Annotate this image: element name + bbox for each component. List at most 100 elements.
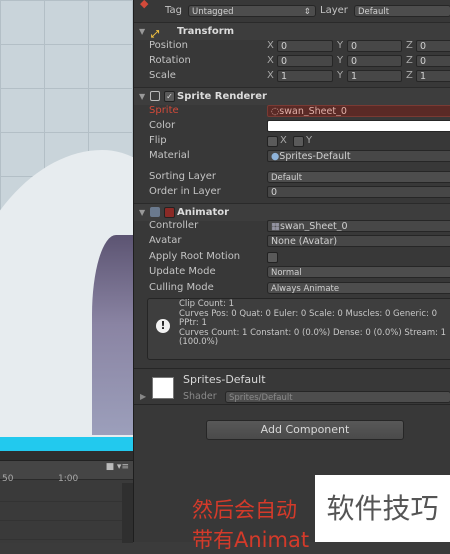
controller-icon: ▦ <box>271 221 280 232</box>
swan-sprite-preview <box>92 235 133 435</box>
animation-timeline[interactable]: 50 1:00 ■ ▾≡ <box>0 460 133 543</box>
shader-label: Shader <box>183 391 217 402</box>
material-label: Material <box>149 150 190 161</box>
sprite-row: Sprite ◌swan_Sheet_0 <box>134 103 450 119</box>
position-x-field[interactable]: 0 <box>277 40 333 52</box>
caption-line-1: 然后会自动 <box>192 498 297 522</box>
culling-mode-row: Culling Mode Always Animate <box>134 280 450 296</box>
material-name: Sprites-Default <box>183 373 266 386</box>
sprite-renderer-enabled-checkbox[interactable]: ✓ <box>164 91 175 102</box>
animator-icon <box>150 207 160 217</box>
position-y-field[interactable]: 0 <box>347 40 402 52</box>
layer-label: Layer <box>320 5 348 16</box>
tag-layer-row: ◆ Tag Untagged ⇕ Layer Default <box>134 0 450 19</box>
flip-y-checkbox[interactable] <box>293 136 304 147</box>
animator-info-text: Clip Count: 1 Curves Pos: 0 Quat: 0 Eule… <box>179 299 447 348</box>
scale-y-field[interactable]: 1 <box>347 70 402 82</box>
scale-z-field[interactable]: 1 <box>416 70 450 82</box>
expand-arrow-icon[interactable]: ▶ <box>140 392 146 401</box>
material-field[interactable]: ●Sprites-Default <box>267 150 450 162</box>
update-mode-dropdown[interactable]: Normal <box>267 266 450 278</box>
transform-icon: ⤢ <box>151 29 159 40</box>
axis-x-label: X <box>267 40 274 51</box>
rotation-y-field[interactable]: 0 <box>347 55 402 67</box>
update-mode-label: Update Mode <box>149 266 216 277</box>
scale-label: Scale <box>149 70 176 81</box>
rotation-row: Rotation X 0 Y 0 Z 0 <box>134 53 450 69</box>
flip-y-label: Y <box>306 135 313 146</box>
apply-root-motion-checkbox[interactable] <box>267 252 278 263</box>
shader-dropdown[interactable]: Sprites/Default <box>225 391 450 403</box>
avatar-row: Avatar None (Avatar) <box>134 233 450 249</box>
position-row: Position X 0 Y 0 Z 0 <box>134 38 450 54</box>
position-label: Position <box>149 40 188 51</box>
scene-view[interactable] <box>0 0 133 470</box>
animator-info-box: ! Clip Count: 1 Curves Pos: 0 Quat: 0 Eu… <box>147 298 450 360</box>
color-label: Color <box>149 120 176 131</box>
controller-row: Controller ▦swan_Sheet_0 <box>134 218 450 234</box>
scene-ground-strip <box>0 437 133 451</box>
color-swatch[interactable] <box>267 120 450 132</box>
lock-icon[interactable]: ■ ▾≡ <box>106 462 129 472</box>
axis-z-label: Z <box>406 40 413 51</box>
color-row: Color <box>134 118 450 134</box>
controller-value: swan_Sheet_0 <box>279 221 348 232</box>
apply-root-motion-label: Apply Root Motion <box>149 251 241 262</box>
axis-y-label: Y <box>337 55 344 66</box>
rotation-z-field[interactable]: 0 <box>416 55 450 67</box>
timeline-ruler[interactable]: 50 1:00 ■ ▾≡ <box>0 461 133 484</box>
axis-z-label: Z <box>406 70 413 81</box>
avatar-field[interactable]: None (Avatar) <box>267 235 450 247</box>
add-component-button[interactable]: Add Component <box>206 420 404 440</box>
sorting-layer-dropdown[interactable]: Default <box>267 171 450 183</box>
axis-y-label: Y <box>337 40 344 51</box>
info-icon: ! <box>156 319 170 333</box>
watermark: 软件技巧 <box>315 475 450 542</box>
order-in-layer-row: Order in Layer 0 <box>134 184 450 200</box>
flip-row: Flip X Y <box>134 133 450 149</box>
sprite-value: swan_Sheet_0 <box>279 106 347 117</box>
animator-enabled-checkbox[interactable] <box>164 207 175 218</box>
rotation-label: Rotation <box>149 55 191 66</box>
controller-field[interactable]: ▦swan_Sheet_0 <box>267 220 450 232</box>
material-preview-swatch <box>152 377 174 399</box>
tag-value: Untagged <box>192 7 234 17</box>
culling-mode-label: Culling Mode <box>149 282 214 293</box>
axis-x-label: X <box>267 55 274 66</box>
flip-label: Flip <box>149 135 167 146</box>
flip-x-label: X <box>280 135 287 146</box>
scale-row: Scale X 1 Y 1 Z 1 <box>134 68 450 84</box>
axis-z-label: Z <box>406 55 413 66</box>
tag-label: Tag <box>165 5 182 16</box>
culling-mode-dropdown[interactable]: Always Animate <box>267 282 450 294</box>
material-value: Sprites-Default <box>279 151 351 162</box>
order-in-layer-field[interactable]: 0 <box>267 186 450 198</box>
divider <box>134 404 450 405</box>
sprite-renderer-icon <box>150 91 160 101</box>
flip-x-checkbox[interactable] <box>267 136 278 147</box>
order-in-layer-label: Order in Layer <box>149 186 221 197</box>
sorting-layer-row: Sorting Layer Default <box>134 169 450 185</box>
update-mode-row: Update Mode Normal <box>134 264 450 280</box>
scale-x-field[interactable]: 1 <box>277 70 333 82</box>
sprite-label: Sprite <box>149 105 179 116</box>
axis-x-label: X <box>267 70 274 81</box>
axis-y-label: Y <box>337 70 344 81</box>
position-z-field[interactable]: 0 <box>416 40 450 52</box>
tag-dropdown[interactable]: Untagged ⇕ <box>188 5 316 17</box>
divider <box>134 368 450 369</box>
apply-root-motion-row: Apply Root Motion <box>134 249 450 265</box>
gameobject-icon: ◆ <box>140 0 149 10</box>
chevron-down-icon: ⇕ <box>303 7 311 17</box>
timeline-scrollbar[interactable] <box>122 483 133 543</box>
inspector-panel: ◆ Tag Untagged ⇕ Layer Default ▼ ⤢ Transf… <box>133 0 450 542</box>
material-row: Material ●Sprites-Default <box>134 148 450 164</box>
controller-label: Controller <box>149 220 199 231</box>
layer-dropdown[interactable]: Default <box>354 5 450 17</box>
rotation-x-field[interactable]: 0 <box>277 55 333 67</box>
sprite-field[interactable]: ◌swan_Sheet_0 <box>267 105 450 117</box>
caption-line-2: 带有Animat <box>192 528 310 552</box>
avatar-label: Avatar <box>149 235 182 246</box>
sorting-layer-label: Sorting Layer <box>149 171 217 182</box>
timeline-rows[interactable] <box>0 483 122 543</box>
